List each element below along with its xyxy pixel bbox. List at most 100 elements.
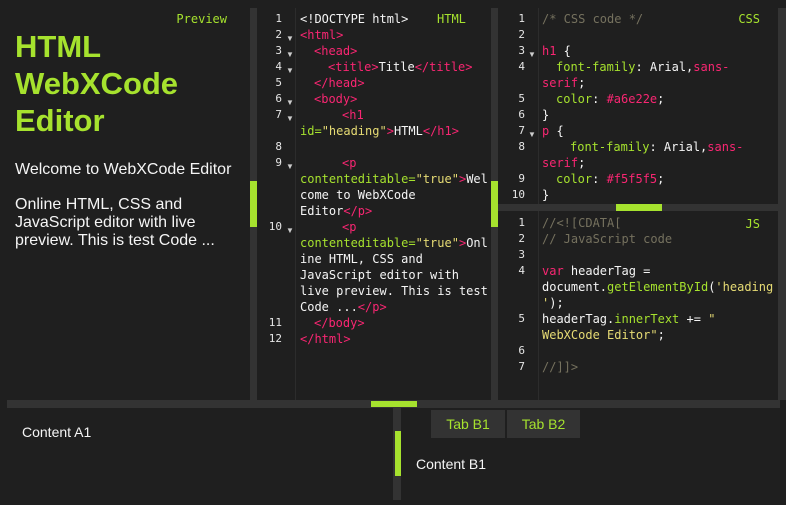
preview-pane: Preview HTML WebXCode Editor Welcome to … bbox=[0, 0, 250, 400]
css-line-number: 6 bbox=[518, 108, 525, 121]
splitter-handle-css-js[interactable] bbox=[616, 204, 662, 211]
css-code-line: } bbox=[542, 108, 550, 122]
html-line-number: 11 bbox=[268, 316, 282, 329]
html-code-line: <p bbox=[342, 156, 357, 170]
html-line-number: 4 bbox=[275, 60, 282, 73]
css-line-number: 3 bbox=[518, 44, 525, 57]
preview-paragraph-2[interactable]: Online HTML, CSS and JavaScript editor w… bbox=[15, 196, 245, 250]
js-line-number: 1 bbox=[518, 216, 525, 229]
js-code-line: '); bbox=[542, 296, 564, 310]
splitter-handle-preview-html[interactable] bbox=[250, 181, 257, 227]
js-code-line: document.getElementById('heading bbox=[542, 280, 774, 294]
fold-arrow-icon[interactable]: ▼ bbox=[286, 34, 294, 43]
js-line-number: 7 bbox=[518, 360, 525, 373]
css-editor[interactable]: CSS 1 2 3 4 5 6 7 8 9 10 ▼ ▼ /* CSS code… bbox=[498, 8, 778, 204]
fold-arrow-icon[interactable]: ▼ bbox=[286, 66, 294, 75]
fold-arrow-icon[interactable]: ▼ bbox=[286, 226, 294, 235]
html-line-number: 1 bbox=[275, 12, 282, 25]
css-code-line: serif; bbox=[542, 156, 586, 170]
html-line-number: 12 bbox=[268, 332, 282, 345]
html-code-line: </body> bbox=[314, 316, 365, 330]
css-line-number: 7 bbox=[518, 124, 525, 137]
html-line-number: 7 bbox=[275, 108, 282, 121]
html-line-number: 10 bbox=[268, 220, 282, 233]
css-editor-label: CSS bbox=[738, 12, 760, 26]
html-code-line: <title>Title</title> bbox=[328, 60, 473, 74]
js-editor-label: JS bbox=[745, 217, 760, 231]
html-line-number: 9 bbox=[275, 156, 282, 169]
html-code-line: live preview. This is test bbox=[300, 284, 488, 298]
fold-arrow-icon[interactable]: ▼ bbox=[286, 98, 294, 107]
js-line-number: 3 bbox=[518, 248, 525, 261]
html-code-line: <!DOCTYPE html> bbox=[300, 12, 409, 26]
bottom-pane-b: Tab B1 Tab B2 Content B1 bbox=[401, 408, 786, 505]
html-code-line: </head> bbox=[314, 76, 365, 90]
bottom-pane-a: Content A1 bbox=[0, 408, 393, 505]
html-code-line: contenteditable="true">Onl bbox=[300, 236, 488, 250]
fold-arrow-icon[interactable]: ▼ bbox=[528, 130, 536, 139]
html-line-number: 5 bbox=[275, 76, 282, 89]
js-line-number: 6 bbox=[518, 344, 525, 357]
css-code-line: color: #a6e22e; bbox=[556, 92, 665, 106]
html-code-line: contenteditable="true">Wel bbox=[300, 172, 488, 186]
css-code-line: font-family: Arial,sans- bbox=[556, 60, 730, 74]
preview-paragraph-1[interactable]: Welcome to WebXCode Editor bbox=[15, 161, 245, 179]
js-line-number: 4 bbox=[518, 264, 525, 277]
css-code-line: /* CSS code */ bbox=[542, 12, 644, 26]
css-line-number: 4 bbox=[518, 60, 525, 73]
css-code-line: serif; bbox=[542, 76, 586, 90]
css-editor-scrollbar[interactable] bbox=[778, 8, 786, 204]
fold-arrow-icon[interactable]: ▼ bbox=[286, 50, 294, 59]
js-editor[interactable]: JS 1 2 3 4 5 6 7 //<![CDATA[ // JavaScri… bbox=[498, 211, 778, 400]
splitter-handle-html-css[interactable] bbox=[491, 181, 498, 227]
fold-arrow-icon[interactable]: ▼ bbox=[286, 162, 294, 171]
html-line-number: 8 bbox=[275, 140, 282, 153]
css-line-number: 1 bbox=[518, 12, 525, 25]
css-code-line: color: #f5f5f5; bbox=[556, 172, 665, 186]
html-code-line: <h1 bbox=[342, 108, 364, 122]
content-b1: Content B1 bbox=[416, 456, 487, 472]
js-code-line: //]]> bbox=[542, 360, 579, 374]
splitter-handle-top-bottom[interactable] bbox=[371, 401, 417, 407]
js-code-line: var headerTag = bbox=[542, 264, 651, 278]
css-line-number: 8 bbox=[518, 140, 525, 153]
css-code-line: h1 { bbox=[542, 44, 571, 58]
html-code-line: <head> bbox=[314, 44, 358, 58]
css-line-number: 2 bbox=[518, 28, 525, 41]
css-line-number: 5 bbox=[518, 92, 525, 105]
html-code-line: Code ...</p> bbox=[300, 300, 387, 314]
fold-arrow-icon[interactable]: ▼ bbox=[286, 114, 294, 123]
html-editor[interactable]: HTML 1 2 3 4 5 6 7 8 9 10 11 12 ▼ ▼ ▼ ▼ … bbox=[257, 8, 491, 400]
js-line-number: 5 bbox=[518, 312, 525, 325]
tab-b1[interactable]: Tab B1 bbox=[431, 410, 505, 438]
css-code-line: } bbox=[542, 188, 550, 202]
html-code-line: </html> bbox=[300, 332, 351, 346]
js-code-line: headerTag.innerText += " bbox=[542, 312, 716, 326]
fold-arrow-icon[interactable]: ▼ bbox=[528, 50, 536, 59]
preview-heading[interactable]: HTML WebXCode Editor bbox=[15, 28, 245, 139]
css-code-line: font-family: Arial,sans- bbox=[570, 140, 744, 154]
js-line-number: 2 bbox=[518, 232, 525, 245]
css-line-number: 10 bbox=[511, 188, 525, 201]
js-code-line: // JavaScript code bbox=[542, 232, 673, 246]
preview-label: Preview bbox=[176, 12, 227, 26]
js-code-line: //<![CDATA[ bbox=[542, 216, 622, 230]
html-code-line: id="heading">HTML</h1> bbox=[300, 124, 459, 138]
css-code-line: p { bbox=[542, 124, 564, 138]
html-code-line: come to WebXCode bbox=[300, 188, 416, 202]
html-editor-label: HTML bbox=[437, 12, 466, 26]
css-line-number: 9 bbox=[518, 172, 525, 185]
html-code-line: <html> bbox=[300, 28, 344, 42]
js-editor-scrollbar[interactable] bbox=[778, 211, 786, 400]
html-code-line: <p bbox=[342, 220, 357, 234]
html-line-number: 6 bbox=[275, 92, 282, 105]
html-line-number: 2 bbox=[275, 28, 282, 41]
html-code-line: Editor</p> bbox=[300, 204, 373, 218]
tab-b2[interactable]: Tab B2 bbox=[507, 410, 580, 438]
content-a1: Content A1 bbox=[22, 424, 92, 440]
js-code-line: WebXCode Editor"; bbox=[542, 328, 665, 342]
html-code-line: JavaScript editor with bbox=[300, 268, 459, 282]
html-code-line: ine HTML, CSS and bbox=[300, 252, 423, 266]
html-line-number: 3 bbox=[275, 44, 282, 57]
html-code-line: <body> bbox=[314, 92, 358, 106]
